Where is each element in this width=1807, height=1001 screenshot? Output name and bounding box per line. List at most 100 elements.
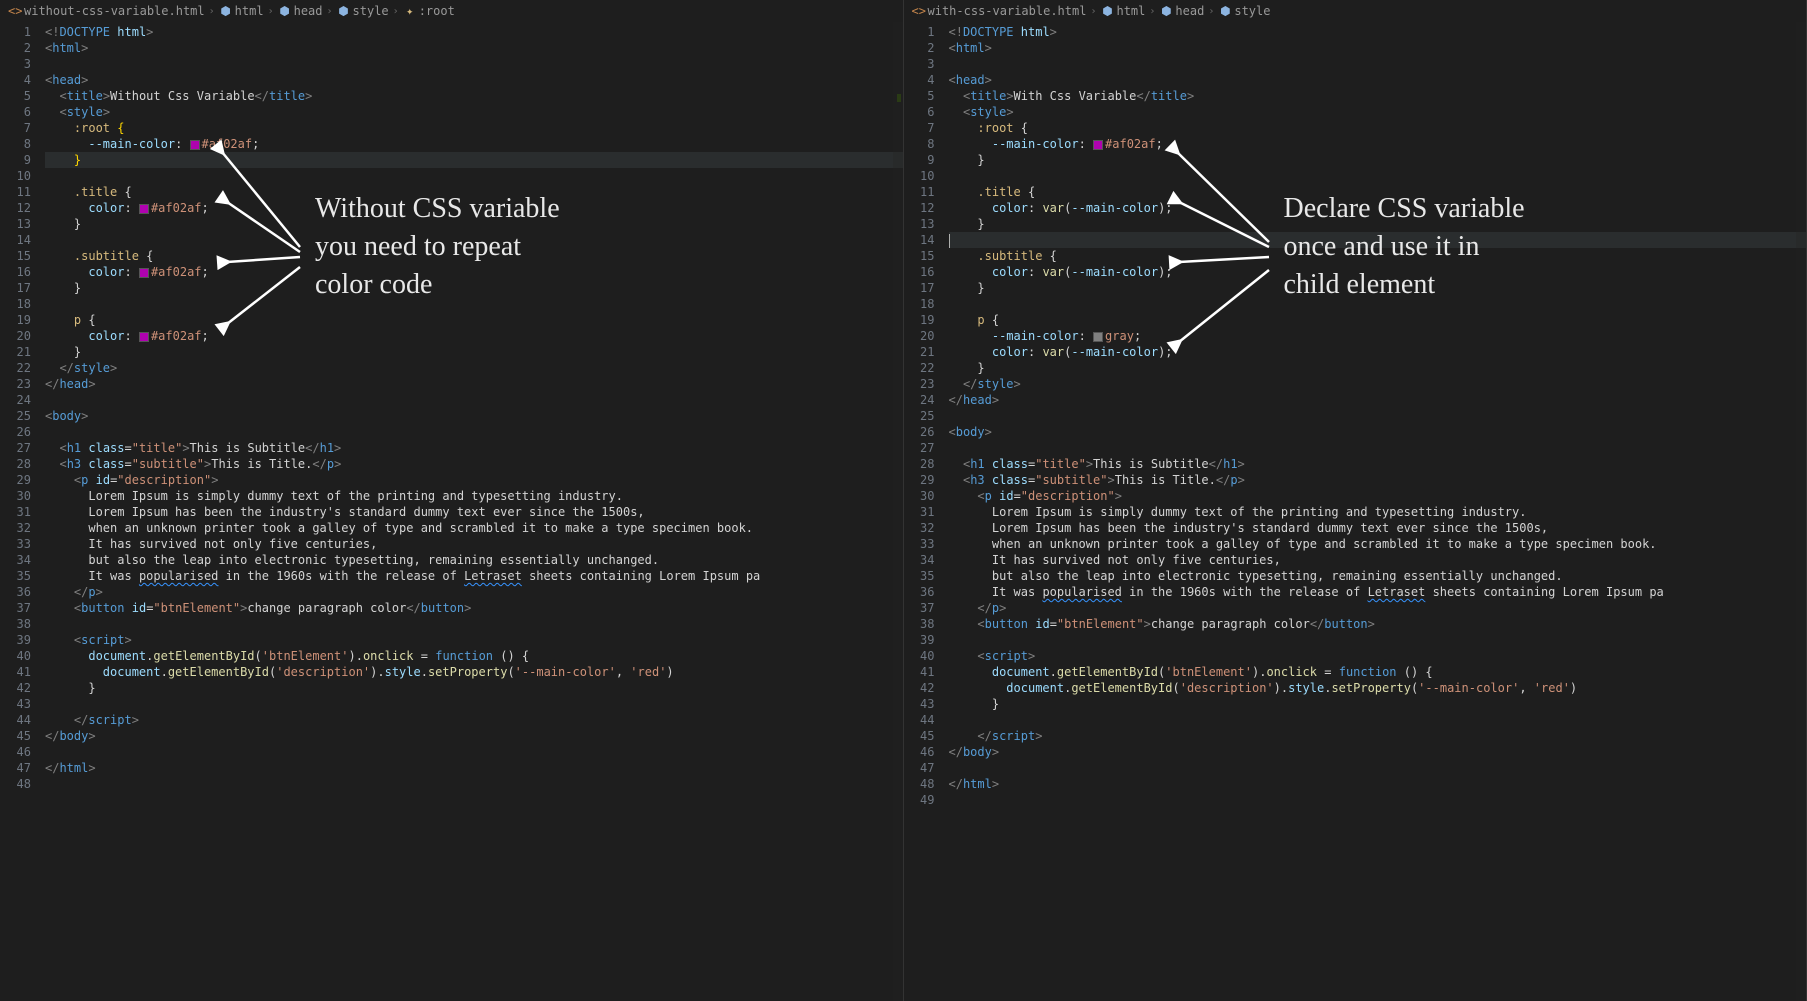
code-line[interactable]: </body> — [45, 728, 903, 744]
code-line[interactable]: <html> — [949, 40, 1807, 56]
code-line[interactable]: </style> — [45, 360, 903, 376]
code-line[interactable]: </script> — [45, 712, 903, 728]
code-line[interactable]: <title>Without Css Variable</title> — [45, 88, 903, 104]
code-line[interactable] — [45, 392, 903, 408]
code-line[interactable]: p { — [45, 312, 903, 328]
code-line[interactable]: <p id="description"> — [45, 472, 903, 488]
code-line[interactable]: color: #af02af; — [45, 200, 903, 216]
minimap[interactable] — [893, 22, 903, 1001]
code-line[interactable]: } — [949, 216, 1807, 232]
code-line[interactable]: but also the leap into electronic typese… — [45, 552, 903, 568]
code-line[interactable]: color: #af02af; — [45, 328, 903, 344]
code-line[interactable]: } — [949, 280, 1807, 296]
code-line[interactable]: <body> — [45, 408, 903, 424]
code-line[interactable]: </style> — [949, 376, 1807, 392]
code-line[interactable] — [949, 56, 1807, 72]
code-line[interactable]: Lorem Ipsum is simply dummy text of the … — [949, 504, 1807, 520]
code-line[interactable]: <body> — [949, 424, 1807, 440]
code-line[interactable]: </body> — [949, 744, 1807, 760]
breadcrumb-part[interactable]: head — [294, 4, 323, 18]
code-line[interactable]: </html> — [949, 776, 1807, 792]
code-line[interactable]: <title>With Css Variable</title> — [949, 88, 1807, 104]
code-line[interactable]: color: var(--main-color); — [949, 344, 1807, 360]
code-line[interactable] — [45, 56, 903, 72]
code-line[interactable]: Lorem Ipsum is simply dummy text of the … — [45, 488, 903, 504]
code-line[interactable]: } — [45, 344, 903, 360]
code-line[interactable]: </script> — [949, 728, 1807, 744]
code-line[interactable]: </p> — [45, 584, 903, 600]
breadcrumb-part[interactable]: html — [235, 4, 264, 18]
breadcrumb-left[interactable]: <> without-css-variable.html › ⬢ html › … — [0, 0, 903, 22]
breadcrumb-part[interactable]: :root — [419, 4, 455, 18]
code-line[interactable] — [949, 712, 1807, 728]
code-line[interactable]: <!DOCTYPE html> — [949, 24, 1807, 40]
code-line[interactable] — [949, 760, 1807, 776]
code-line[interactable]: <script> — [949, 648, 1807, 664]
breadcrumb-part[interactable]: style — [353, 4, 389, 18]
breadcrumb-part[interactable]: html — [1116, 4, 1145, 18]
code-line[interactable]: <button id="btnElement">change paragraph… — [949, 616, 1807, 632]
code-line[interactable]: } — [949, 696, 1807, 712]
breadcrumb-file[interactable]: with-css-variable.html — [928, 4, 1087, 18]
code-line[interactable]: :root { — [45, 120, 903, 136]
code-line[interactable]: <head> — [949, 72, 1807, 88]
code-line[interactable]: .subtitle { — [45, 248, 903, 264]
code-line[interactable]: when an unknown printer took a galley of… — [45, 520, 903, 536]
code-line[interactable]: but also the leap into electronic typese… — [949, 568, 1807, 584]
code-line[interactable]: </head> — [45, 376, 903, 392]
code-line[interactable] — [949, 168, 1807, 184]
code-line[interactable]: </html> — [45, 760, 903, 776]
code-line[interactable] — [45, 168, 903, 184]
code-line[interactable]: <h3 class="subtitle">This is Title.</p> — [949, 472, 1807, 488]
code-line[interactable]: It was popularised in the 1960s with the… — [949, 584, 1807, 600]
code-line[interactable]: .title { — [45, 184, 903, 200]
code-line[interactable]: It has survived not only five centuries, — [949, 552, 1807, 568]
code-line[interactable] — [45, 744, 903, 760]
code-line[interactable]: .subtitle { — [949, 248, 1807, 264]
code-line[interactable]: <script> — [45, 632, 903, 648]
code-line[interactable]: <html> — [45, 40, 903, 56]
code-line[interactable] — [949, 296, 1807, 312]
code-line[interactable]: when an unknown printer took a galley of… — [949, 536, 1807, 552]
code-line[interactable]: color: #af02af; — [45, 264, 903, 280]
code-line[interactable] — [45, 232, 903, 248]
code-line[interactable]: --main-color: #af02af; — [949, 136, 1807, 152]
code-line[interactable]: .title { — [949, 184, 1807, 200]
breadcrumb-right[interactable]: <> with-css-variable.html › ⬢ html › ⬢ h… — [904, 0, 1807, 22]
code-line[interactable]: Lorem Ipsum has been the industry's stan… — [949, 520, 1807, 536]
code-line[interactable]: <style> — [949, 104, 1807, 120]
breadcrumb-part[interactable]: head — [1175, 4, 1204, 18]
code-line[interactable]: } — [45, 680, 903, 696]
code-line[interactable]: } — [949, 360, 1807, 376]
code-editor-left[interactable]: 1234567891011121314151617181920212223242… — [0, 22, 903, 1001]
code-line[interactable] — [45, 616, 903, 632]
code-line[interactable]: p { — [949, 312, 1807, 328]
code-line[interactable]: <head> — [45, 72, 903, 88]
code-editor-right[interactable]: 1234567891011121314151617181920212223242… — [904, 22, 1807, 1001]
code-line[interactable]: } — [45, 280, 903, 296]
code-line[interactable]: <style> — [45, 104, 903, 120]
code-line[interactable] — [45, 776, 903, 792]
breadcrumb-part[interactable]: style — [1234, 4, 1270, 18]
code-line[interactable]: } — [45, 216, 903, 232]
code-line[interactable]: document.getElementById('btnElement').on… — [949, 664, 1807, 680]
code-line[interactable]: <button id="btnElement">change paragraph… — [45, 600, 903, 616]
code-line[interactable] — [45, 296, 903, 312]
code-line[interactable]: --main-color: #af02af; — [45, 136, 903, 152]
code-area[interactable]: <!DOCTYPE html><html> <head> <title>With… — [949, 22, 1807, 1001]
code-line[interactable]: <p id="description"> — [949, 488, 1807, 504]
code-line[interactable]: Lorem Ipsum has been the industry's stan… — [45, 504, 903, 520]
code-line[interactable]: } — [45, 152, 903, 168]
code-line[interactable] — [45, 696, 903, 712]
code-line[interactable]: <h1 class="title">This is Subtitle</h1> — [45, 440, 903, 456]
code-line[interactable]: color: var(--main-color); — [949, 264, 1807, 280]
code-line[interactable] — [949, 408, 1807, 424]
code-line[interactable]: <!DOCTYPE html> — [45, 24, 903, 40]
code-line[interactable]: :root { — [949, 120, 1807, 136]
breadcrumb-file[interactable]: without-css-variable.html — [24, 4, 205, 18]
code-line[interactable] — [949, 232, 1807, 248]
code-line[interactable]: It has survived not only five centuries, — [45, 536, 903, 552]
code-line[interactable]: color: var(--main-color); — [949, 200, 1807, 216]
code-line[interactable]: document.getElementById('description').s… — [949, 680, 1807, 696]
code-line[interactable]: document.getElementById('btnElement').on… — [45, 648, 903, 664]
